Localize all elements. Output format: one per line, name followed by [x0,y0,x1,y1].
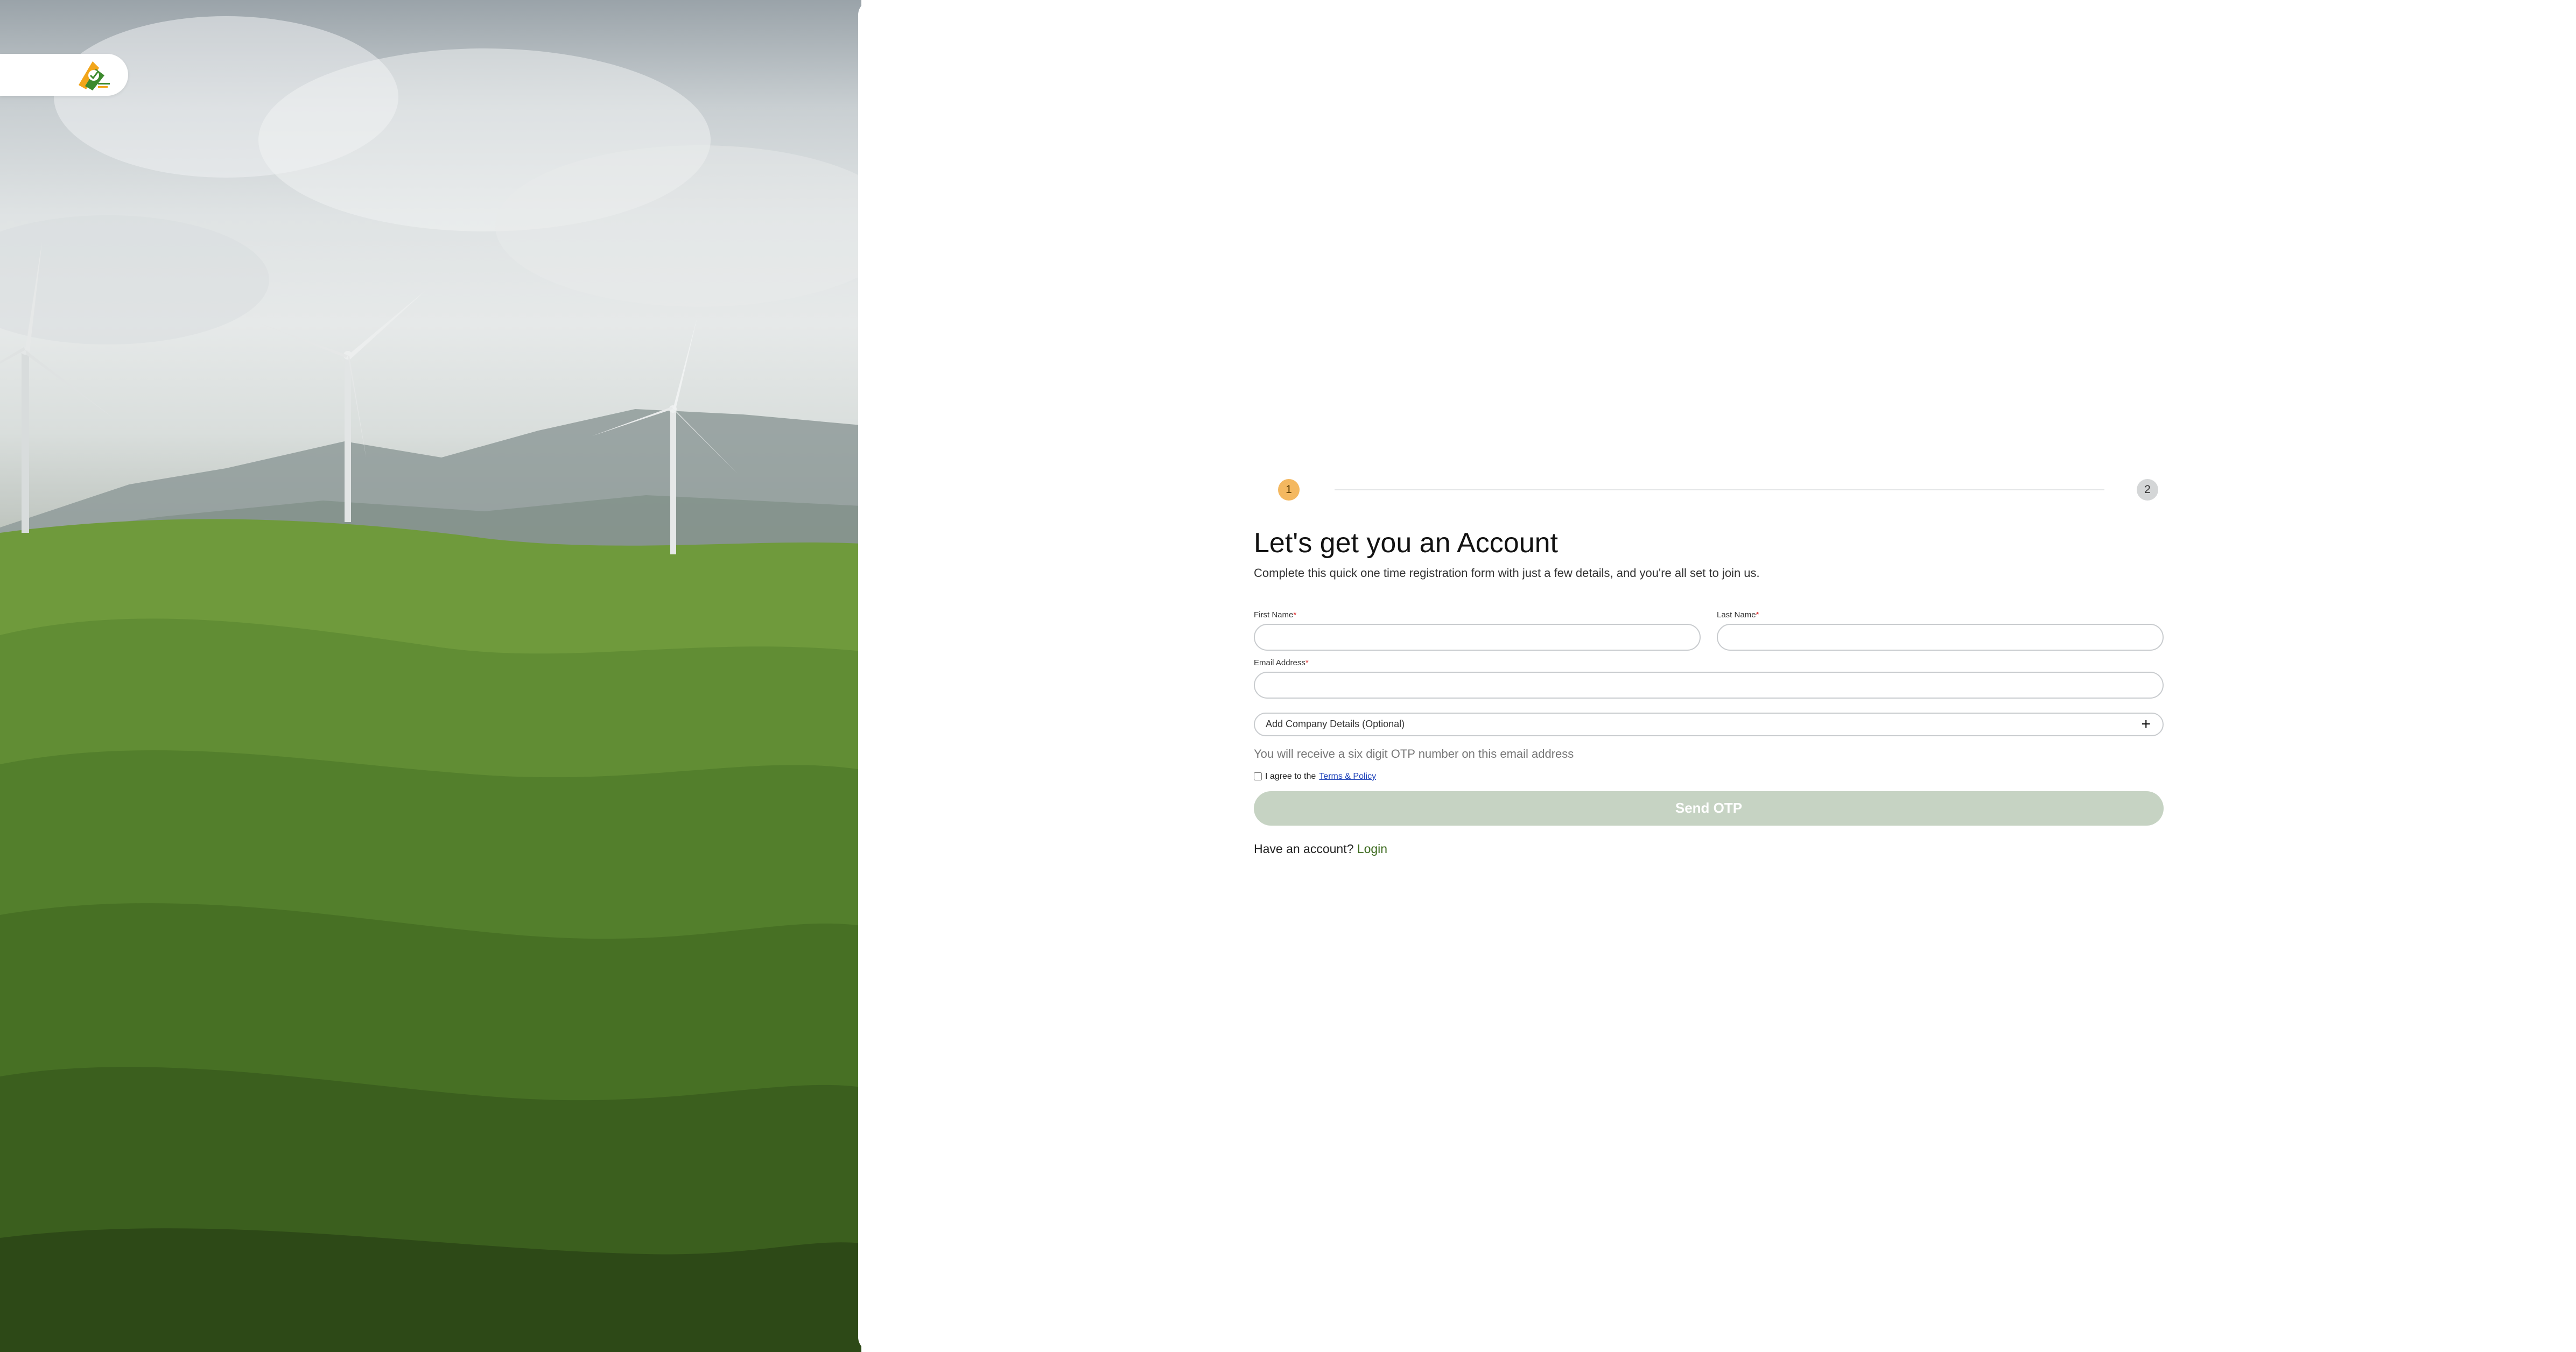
first-name-label-text: First Name [1254,610,1294,619]
required-mark: * [1756,610,1759,619]
otp-info-text: You will receive a six digit OTP number … [1254,747,1574,760]
stepper-line [1335,489,2104,490]
first-name-label: First Name* [1254,610,1701,619]
login-prompt-text: Have an account? [1254,841,1357,856]
email-label-text: Email Address [1254,658,1305,667]
email-input[interactable] [1254,671,2164,699]
terms-prefix: I agree to the [1265,771,1316,781]
step-1-indicator: 1 [1278,479,1300,501]
add-company-details-toggle[interactable]: Add Company Details (Optional) + [1254,712,2164,736]
terms-checkbox[interactable] [1254,772,1262,781]
last-name-label-text: Last Name [1717,610,1756,619]
progress-stepper: 1 2 [1254,474,2164,506]
terms-agreement: I agree to the Terms & Policy [1254,772,2164,781]
login-link[interactable]: Login [1357,842,1387,856]
add-company-details-label: Add Company Details (Optional) [1266,719,1405,730]
first-name-input[interactable] [1254,623,1701,651]
required-mark: * [1293,610,1297,619]
brand-logo-icon [79,61,110,90]
registration-form: 1 2 Let's get you an Account Complete th… [1254,474,2164,856]
landscape-illustration [0,16,861,1352]
last-name-group: Last Name* [1717,610,2164,651]
hero-image [0,0,861,1352]
page-subtitle: Complete this quick one time registratio… [1254,566,1760,580]
terms-policy-link[interactable]: Terms & Policy [1319,772,1376,781]
brand-logo-container[interactable] [0,54,128,96]
name-row: First Name* Last Name* [1254,610,2164,651]
plus-icon[interactable]: + [2141,716,2151,733]
send-otp-button[interactable]: Send OTP [1254,791,2164,826]
email-label: Email Address* [1254,658,2164,667]
email-group: Email Address* [1254,658,2164,699]
login-prompt: Have an account? Login [1254,842,2164,856]
page-title: Let's get you an Account [1254,527,1558,559]
last-name-input[interactable] [1717,623,2164,651]
required-mark: * [1305,658,1309,667]
first-name-group: First Name* [1254,610,1701,651]
last-name-label: Last Name* [1717,610,2164,619]
step-2-indicator: 2 [2137,479,2158,501]
